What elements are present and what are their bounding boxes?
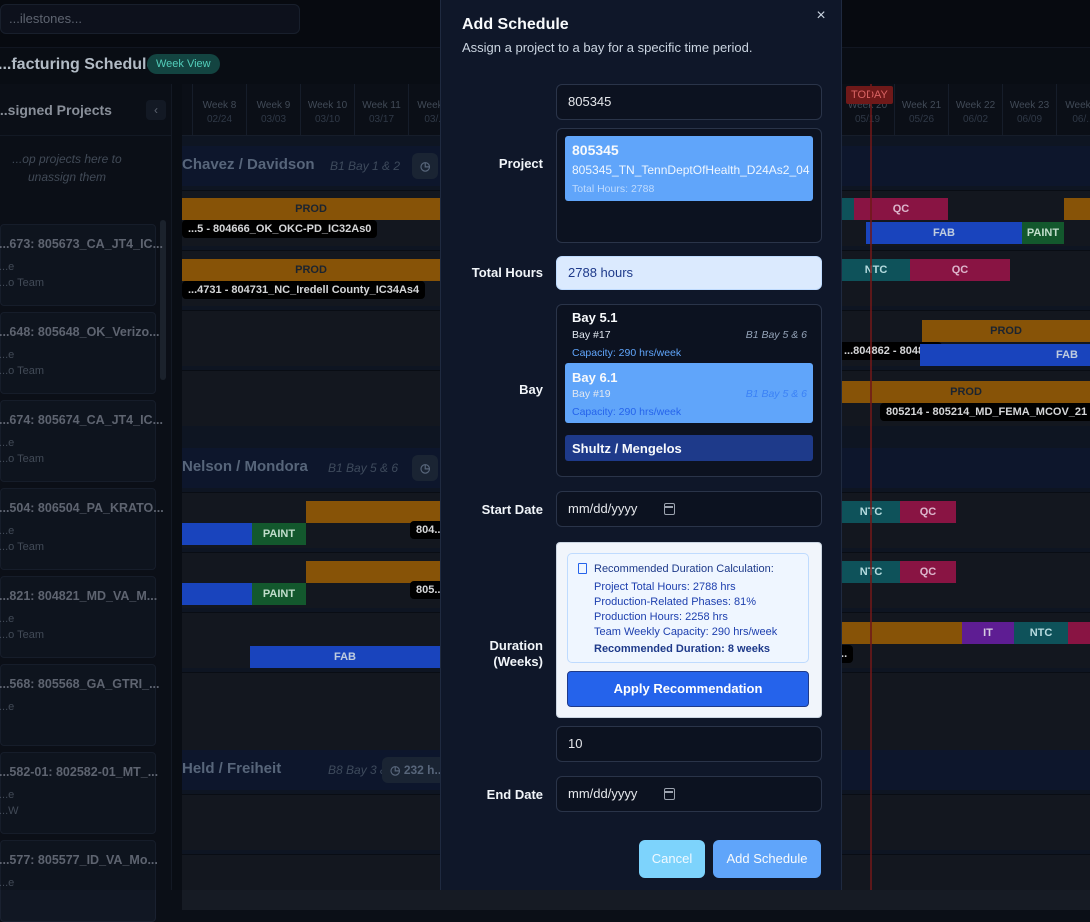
recommendation-production-phases: Production-Related Phases: 81% bbox=[594, 596, 757, 608]
add-schedule-button[interactable]: Add Schedule bbox=[713, 840, 821, 878]
bay-label: Bay bbox=[519, 382, 543, 397]
total-hours-field: 2788 hours bbox=[556, 256, 822, 290]
app-root: ...ilestones... ...facturing Schedule We… bbox=[0, 0, 1090, 922]
calendar-icon[interactable] bbox=[664, 788, 675, 800]
recommendation-production-hours: Production Hours: 2258 hrs bbox=[594, 611, 728, 623]
bay-option-capacity: Capacity: 290 hrs/week bbox=[572, 406, 682, 418]
bay-option-title: Bay 5.1 bbox=[572, 310, 618, 325]
recommendation-team-capacity: Team Weekly Capacity: 290 hrs/week bbox=[594, 626, 778, 638]
dialog-subtitle: Assign a project to a bay for a specific… bbox=[462, 40, 753, 55]
cancel-button[interactable]: Cancel bbox=[639, 840, 705, 878]
start-date-input[interactable]: mm/dd/yyyy bbox=[556, 491, 822, 527]
bay-option-capacity: Capacity: 290 hrs/week bbox=[572, 347, 682, 359]
bay-group-header: Shultz / Mengelos bbox=[565, 435, 813, 461]
add-schedule-dialog: Add Schedule Assign a project to a bay f… bbox=[440, 0, 842, 890]
duration-weeks-input[interactable]: 10 bbox=[556, 726, 822, 762]
bay-option[interactable]: Bay 5.1 Bay #17 B1 Bay 5 & 6 Capacity: 2… bbox=[565, 307, 813, 363]
recommendation-heading: Recommended Duration Calculation: bbox=[594, 563, 774, 575]
project-label: Project bbox=[498, 156, 543, 171]
bay-option-selected[interactable]: Bay 6.1 Bay #19 B1 Bay 5 & 6 Capacity: 2… bbox=[565, 363, 813, 423]
bay-option-location: B1 Bay 5 & 6 bbox=[745, 388, 807, 400]
project-search-input[interactable]: 805345 bbox=[556, 84, 822, 120]
end-date-input[interactable]: mm/dd/yyyy bbox=[556, 776, 822, 812]
end-date-placeholder: mm/dd/yyyy bbox=[568, 786, 638, 801]
apply-recommendation-button[interactable]: Apply Recommendation bbox=[567, 671, 809, 707]
recommendation-panel: Recommended Duration Calculation: Projec… bbox=[556, 542, 822, 718]
end-date-label: End Date bbox=[486, 787, 543, 802]
total-hours-label: Total Hours bbox=[471, 265, 543, 280]
dialog-title: Add Schedule bbox=[462, 16, 569, 33]
calendar-icon[interactable] bbox=[664, 503, 675, 515]
project-option[interactable]: 805345 805345_TN_TennDeptOfHealth_D24As2… bbox=[565, 136, 813, 201]
recommendation-details: Recommended Duration Calculation: Projec… bbox=[567, 553, 809, 663]
start-date-placeholder: mm/dd/yyyy bbox=[568, 501, 638, 516]
recommendation-total-hours: Project Total Hours: 2788 hrs bbox=[594, 581, 736, 593]
project-select-list[interactable]: 805345 805345_TN_TennDeptOfHealth_D24As2… bbox=[556, 128, 822, 243]
bay-option-number: Bay #17 bbox=[572, 329, 611, 341]
bay-select-list[interactable]: Bay 5.1 Bay #17 B1 Bay 5 & 6 Capacity: 2… bbox=[556, 304, 822, 477]
bay-option-number: Bay #19 bbox=[572, 388, 611, 400]
calculator-icon bbox=[578, 563, 587, 574]
duration-label: Duration (Weeks) bbox=[489, 638, 543, 669]
bay-group-name: Shultz / Mengelos bbox=[572, 441, 682, 456]
bay-option-title: Bay 6.1 bbox=[572, 370, 618, 385]
start-date-label: Start Date bbox=[481, 502, 543, 517]
close-icon[interactable]: × bbox=[813, 6, 829, 26]
recommended-duration: Recommended Duration: 8 weeks bbox=[594, 643, 771, 655]
project-option-name: 805345_TN_TennDeptOfHealth_D24As2_04 bbox=[572, 163, 810, 177]
project-option-hours: Total Hours: 2788 bbox=[572, 183, 655, 195]
project-option-id: 805345 bbox=[572, 142, 619, 158]
bay-option-location: B1 Bay 5 & 6 bbox=[745, 329, 807, 341]
